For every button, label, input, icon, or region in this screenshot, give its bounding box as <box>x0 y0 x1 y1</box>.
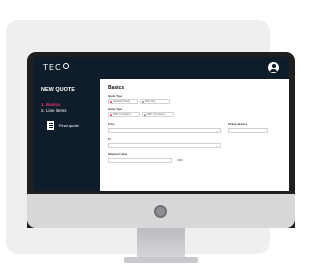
document-icon-line <box>48 123 53 124</box>
from-select[interactable]: ⌄ <box>108 128 221 133</box>
radio-selected-icon <box>110 114 113 117</box>
chevron-down-icon: ⌄ <box>215 128 218 133</box>
currency-unit: USD <box>177 159 183 162</box>
avatar-head <box>271 64 276 68</box>
pickup-address-field[interactable] <box>228 128 268 133</box>
option-label: Standard (DAA) <box>113 100 130 103</box>
document-icon-line <box>48 127 53 128</box>
radio-selected-icon <box>110 101 113 104</box>
from-label: From <box>108 123 115 126</box>
sidebar-title: NEW QUOTE <box>41 87 75 93</box>
radio-icon <box>144 114 147 117</box>
sidebar-final-quote[interactable]: Final quote <box>59 123 79 128</box>
chevron-down-icon: ⌄ <box>215 143 218 148</box>
compliance-option-ddp[interactable]: DDP Compliance <box>108 112 140 117</box>
document-icon <box>47 121 54 130</box>
sidebar-step-line-items[interactable]: 2. Line items <box>41 108 67 113</box>
option-label: DDP Compliance <box>113 113 132 116</box>
option-label: DDU Compliance <box>147 113 166 116</box>
radio-icon <box>142 101 145 104</box>
quote-type-label: Quote Type <box>108 95 123 98</box>
app-logo[interactable]: TEC <box>43 63 69 72</box>
shipment-value-label: Shipment value <box>108 153 128 156</box>
form-panel: Basics Quote Type Standard (DAA) Shift O… <box>100 79 289 191</box>
shipment-value-input[interactable] <box>108 158 172 163</box>
power-button <box>154 205 167 218</box>
to-label: To <box>108 138 111 141</box>
option-label: Shift Only <box>145 100 156 103</box>
section-title: Basics <box>108 85 125 91</box>
logo-text: TEC <box>43 63 62 72</box>
monitor-stand-neck <box>137 228 185 258</box>
monitor-stand-base <box>124 257 198 263</box>
quote-type-option-shift[interactable]: Shift Only <box>140 99 170 104</box>
sidebar: NEW QUOTE 1. Basics 2. Line items Final … <box>33 79 100 191</box>
quote-type-option-standard[interactable]: Standard (DAA) <box>108 99 138 104</box>
to-select[interactable]: ⌄ <box>108 143 221 148</box>
compliance-option-ddu[interactable]: DDU Compliance <box>142 112 174 117</box>
logo-ring-icon <box>62 63 69 69</box>
user-avatar-icon[interactable] <box>268 62 279 73</box>
avatar-body <box>270 68 277 72</box>
quote-type2-label: Quote Type <box>108 108 123 111</box>
pickup-address-label: Pickup address <box>228 123 248 126</box>
top-bar: TEC <box>33 57 289 79</box>
screen: TEC NEW QUOTE 1. Basics 2. Line items Fi… <box>33 57 289 191</box>
document-icon-line <box>48 125 53 126</box>
sidebar-step-basics[interactable]: 1. Basics <box>41 102 61 107</box>
